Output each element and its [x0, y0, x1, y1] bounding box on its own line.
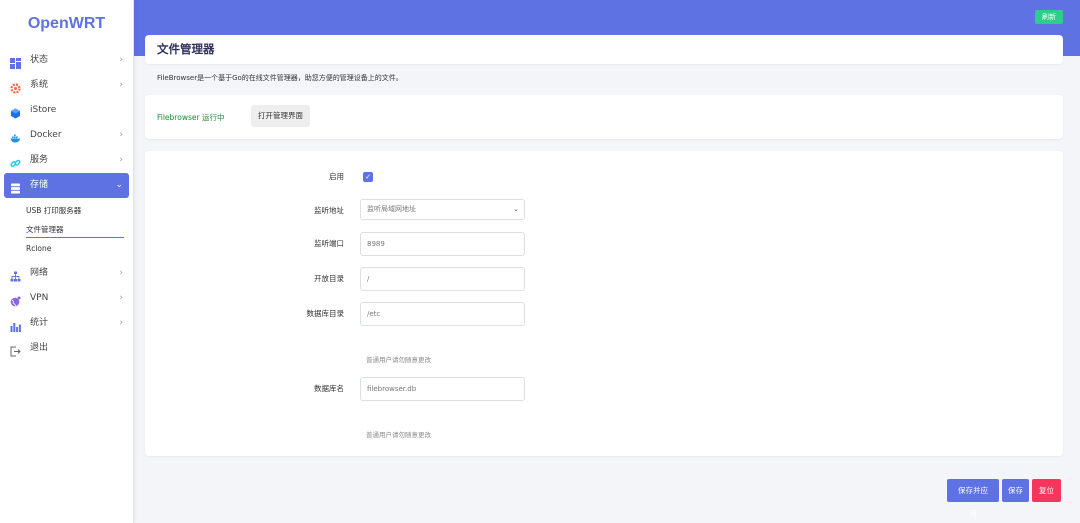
submenu-item-file-manager[interactable]: 文件管理器 — [0, 220, 124, 239]
sidebar-item-label: 退出 — [30, 343, 49, 353]
submenu-item-usb-printer[interactable]: USB 打印服务器 — [0, 201, 124, 220]
docker-icon — [10, 130, 21, 143]
sidebar-item-label: iStore — [30, 105, 57, 115]
link-icon — [10, 155, 21, 167]
chevron-right-icon: › — [119, 155, 123, 165]
reset-button[interactable]: 复位 — [1032, 479, 1061, 502]
save-button[interactable]: 保存 — [1002, 479, 1029, 502]
chevron-right-icon: › — [119, 80, 123, 90]
sidebar-item-network[interactable]: 网络 › — [4, 261, 129, 286]
open-management-button[interactable]: 打开管理界面 — [251, 105, 310, 127]
chevron-right-icon: › — [119, 293, 123, 303]
root-dir-input[interactable]: / — [360, 267, 525, 291]
db-dir-hint: 普通用户请勿随意更改 — [366, 356, 431, 364]
sidebar-item-storage[interactable]: 存储 ⌄ — [4, 173, 129, 198]
chevron-right-icon: › — [119, 318, 123, 328]
brand-logo[interactable]: OpenWRT — [0, 0, 133, 48]
network-icon — [10, 268, 21, 282]
sidebar-item-label: 网络 — [30, 268, 49, 278]
logout-icon — [10, 343, 21, 357]
sidebar-item-label: 系统 — [30, 80, 49, 90]
listen-port-input[interactable]: 8989 — [360, 232, 525, 256]
main-content: 文件管理器 FileBrowser是一个基于Go的在线文件管理器，助您方便的管理… — [134, 0, 1080, 523]
sidebar-item-label: Docker — [30, 130, 62, 140]
sidebar-item-label: VPN — [30, 293, 49, 303]
gear-icon — [10, 80, 21, 94]
db-dir-label: 数据库目录 — [306, 309, 345, 318]
status-card: Filebrowser 运行中 打开管理界面 — [145, 95, 1063, 139]
sidebar-item-label: 统计 — [30, 318, 49, 328]
page-title: 文件管理器 — [157, 42, 215, 56]
sidebar-item-statistics[interactable]: 统计 › — [4, 311, 129, 336]
storage-submenu: USB 打印服务器 文件管理器 Rclone — [0, 198, 133, 261]
db-name-label: 数据库名 — [314, 384, 344, 393]
listen-port-label: 监听端口 — [314, 239, 344, 248]
sidebar-item-label: 存储 — [30, 180, 49, 190]
sidebar-item-label: 服务 — [30, 155, 49, 165]
enable-label: 启用 — [329, 172, 344, 181]
db-name-hint: 普通用户请勿随意更改 — [366, 431, 431, 439]
chart-icon — [10, 318, 21, 332]
service-status: Filebrowser 运行中 — [157, 113, 225, 122]
dashboard-icon — [10, 55, 21, 69]
db-name-input[interactable]: filebrowser.db — [360, 377, 525, 401]
box-icon — [10, 105, 21, 119]
chevron-right-icon: › — [119, 268, 123, 278]
root-dir-label: 开放目录 — [314, 274, 344, 283]
db-dir-input[interactable]: /etc — [360, 302, 525, 326]
submenu-item-rclone[interactable]: Rclone — [0, 239, 124, 258]
listen-address-value: 监听局域网地址 — [367, 205, 416, 213]
sidebar-item-docker[interactable]: Docker › — [4, 123, 129, 148]
listen-address-label: 监听地址 — [314, 206, 344, 215]
sidebar-item-system[interactable]: 系统 › — [4, 73, 129, 98]
chevron-right-icon: › — [119, 55, 123, 65]
database-icon — [10, 180, 21, 194]
title-card: 文件管理器 — [145, 35, 1063, 64]
page-description: FileBrowser是一个基于Go的在线文件管理器，助您方便的管理设备上的文件… — [157, 74, 403, 82]
enable-checkbox[interactable]: ✓ — [363, 172, 373, 182]
save-apply-button[interactable]: 保存并应用 — [947, 479, 999, 518]
sidebar-item-label: 状态 — [30, 55, 49, 65]
sidebar-item-vpn[interactable]: VPN › — [4, 286, 129, 311]
sidebar-item-services[interactable]: 服务 › — [4, 148, 129, 173]
chevron-down-icon: ⌄ — [115, 180, 123, 190]
sidebar-menu: 状态 › 系统 › iStore Docker › 服务 › 存储 ⌄ USB … — [0, 48, 133, 361]
sidebar-item-status[interactable]: 状态 › — [4, 48, 129, 73]
chevron-right-icon: › — [119, 130, 123, 140]
settings-form: 启用 ✓ 监听地址 监听局域网地址 ⌄ 监听端口 8989 开放目录 / 数据库… — [145, 151, 1063, 456]
sidebar-item-istore[interactable]: iStore — [4, 98, 129, 123]
globe-icon — [10, 293, 21, 307]
listen-address-select[interactable]: 监听局域网地址 ⌄ — [360, 199, 525, 220]
sidebar: OpenWRT 状态 › 系统 › iStore Docker › 服务 › 存… — [0, 0, 134, 523]
chevron-down-icon: ⌄ — [513, 205, 519, 213]
sidebar-item-logout[interactable]: 退出 — [4, 336, 129, 361]
